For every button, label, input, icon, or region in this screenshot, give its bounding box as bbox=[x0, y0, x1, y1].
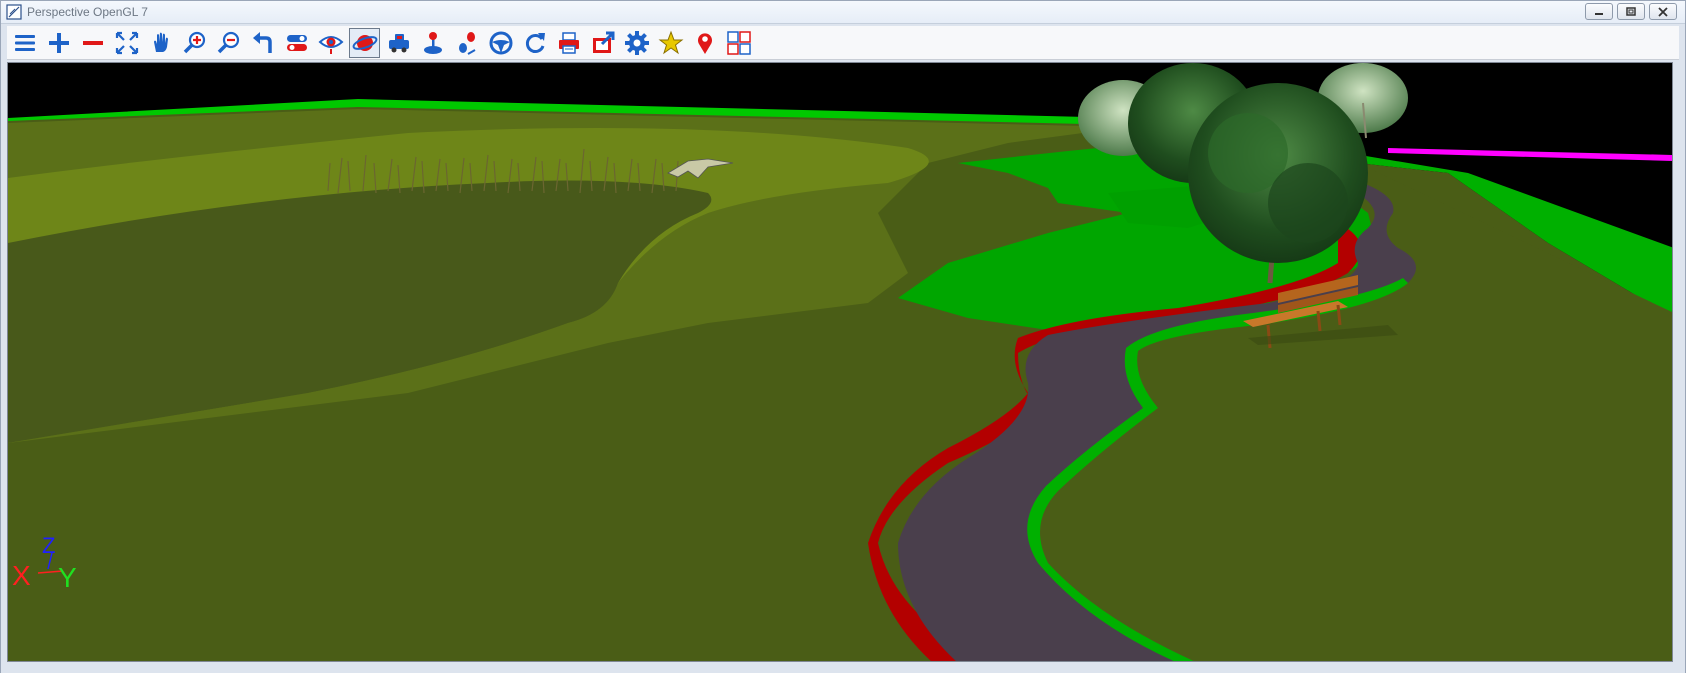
multi-view-button[interactable] bbox=[723, 28, 754, 58]
print-button[interactable] bbox=[553, 28, 584, 58]
3d-viewport[interactable]: Z X Y bbox=[7, 62, 1673, 662]
joystick-icon bbox=[423, 32, 442, 54]
zoom-out-button[interactable] bbox=[77, 28, 108, 58]
axis-indicator: Z X Y bbox=[12, 533, 77, 593]
close-icon bbox=[1658, 6, 1668, 17]
menu-icon bbox=[14, 35, 35, 51]
settings-button[interactable] bbox=[621, 28, 652, 58]
magnifier-minus-icon bbox=[217, 31, 239, 54]
steering-wheel-icon bbox=[489, 31, 512, 55]
window-title: Perspective OpenGL 7 bbox=[27, 5, 148, 19]
view-eye-button[interactable] bbox=[315, 28, 346, 58]
drive-button[interactable] bbox=[383, 28, 414, 58]
close-button[interactable] bbox=[1649, 3, 1677, 20]
star-icon bbox=[658, 30, 683, 55]
menu-button[interactable] bbox=[9, 28, 40, 58]
axis-label-y: Y bbox=[58, 562, 77, 593]
zoom-in-button[interactable] bbox=[43, 28, 74, 58]
toggle-icon bbox=[286, 35, 307, 51]
fit-extents-button[interactable] bbox=[111, 28, 142, 58]
undo-arrow-icon bbox=[252, 32, 272, 53]
location-button[interactable] bbox=[689, 28, 720, 58]
undo-view-button[interactable] bbox=[247, 28, 278, 58]
gear-icon bbox=[624, 31, 649, 55]
footsteps-icon bbox=[458, 32, 475, 55]
pan-button[interactable] bbox=[145, 28, 176, 58]
toggle-layers-button[interactable] bbox=[281, 28, 312, 58]
favorites-button[interactable] bbox=[655, 28, 686, 58]
magnifier-plus-icon bbox=[183, 31, 205, 54]
zoom-previous-button[interactable] bbox=[213, 28, 244, 58]
joystick-button[interactable] bbox=[417, 28, 448, 58]
export-icon bbox=[592, 31, 614, 53]
refresh-button[interactable] bbox=[519, 28, 550, 58]
map-pin-icon bbox=[697, 33, 712, 54]
axis-label-z: Z bbox=[42, 533, 55, 558]
title-bar[interactable]: Perspective OpenGL 7 bbox=[1, 1, 1685, 24]
vehicle-icon bbox=[388, 34, 409, 53]
minimize-icon bbox=[1595, 12, 1603, 15]
fit-arrows-icon bbox=[115, 31, 138, 55]
plus-icon bbox=[48, 33, 69, 53]
axis-label-x: X bbox=[12, 560, 31, 591]
viewer-window: Perspective OpenGL 7 Z X Y bbox=[0, 0, 1686, 673]
status-bar bbox=[1, 663, 1685, 673]
steering-button[interactable] bbox=[485, 28, 516, 58]
hand-icon bbox=[153, 32, 168, 52]
grid-icon bbox=[726, 31, 751, 55]
eye-icon bbox=[318, 36, 343, 54]
restore-button[interactable] bbox=[1617, 3, 1645, 20]
app-icon bbox=[6, 4, 22, 20]
refresh-icon bbox=[525, 33, 545, 53]
orbit-icon bbox=[352, 35, 377, 51]
toolbar bbox=[7, 26, 1679, 60]
export-button[interactable] bbox=[587, 28, 618, 58]
printer-icon bbox=[558, 32, 579, 54]
restore-icon bbox=[1626, 6, 1636, 16]
orbit-button[interactable] bbox=[349, 28, 380, 58]
walk-path-button[interactable] bbox=[451, 28, 482, 58]
minus-icon bbox=[82, 41, 103, 45]
zoom-window-button[interactable] bbox=[179, 28, 210, 58]
minimize-button[interactable] bbox=[1585, 3, 1613, 20]
